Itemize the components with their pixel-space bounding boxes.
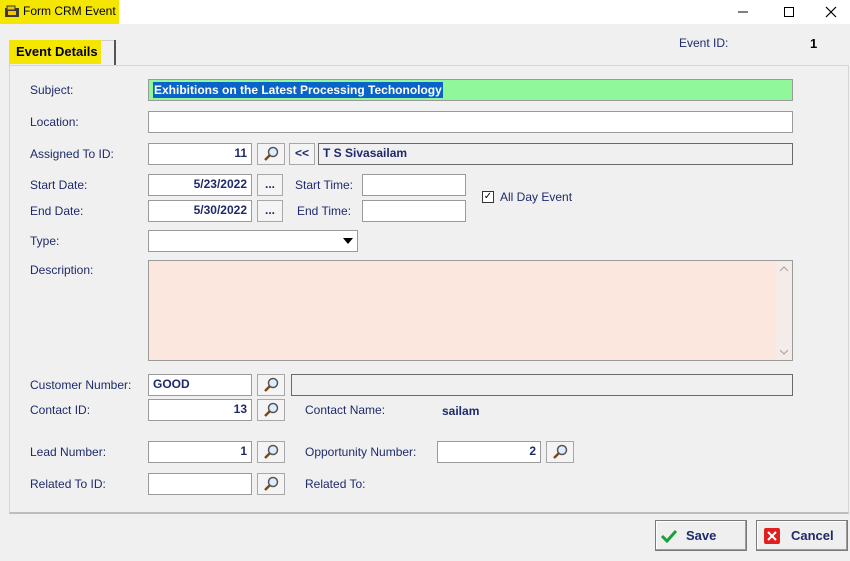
related-to-id-label: Related To ID: <box>30 477 106 491</box>
lead-number-field[interactable]: 1 <box>148 441 252 463</box>
scroll-down-icon[interactable] <box>780 350 788 355</box>
location-field[interactable] <box>148 111 793 133</box>
subject-field[interactable]: Exhibitions on the Latest Processing Tec… <box>148 79 793 101</box>
type-label: Type: <box>30 234 60 248</box>
contact-name-label: Contact Name: <box>305 403 386 417</box>
minimize-button[interactable] <box>720 0 766 24</box>
description-field[interactable] <box>148 260 793 361</box>
event-id-label: Event ID: <box>679 36 729 50</box>
close-button[interactable] <box>812 0 850 24</box>
chevron-down-icon <box>343 238 353 244</box>
magnifier-icon <box>553 444 568 459</box>
contact-lookup-button[interactable] <box>257 399 285 421</box>
end-time-label: End Time: <box>297 204 352 218</box>
description-label: Description: <box>30 263 94 277</box>
assigned-name-field: T S Sivasailam <box>318 143 793 165</box>
checkmark-icon: ✓ <box>483 191 493 202</box>
contact-id-field[interactable]: 13 <box>148 399 252 421</box>
magnifier-icon <box>264 402 279 417</box>
related-to-id-field[interactable] <box>148 473 252 495</box>
magnifier-icon <box>264 146 279 161</box>
app-icon <box>5 5 19 17</box>
customer-lookup-button[interactable] <box>257 374 285 396</box>
all-day-label: All Day Event <box>500 190 573 204</box>
tab-label: Event Details <box>16 44 98 59</box>
customer-number-label: Customer Number: <box>30 378 132 392</box>
start-date-label: Start Date: <box>30 178 88 192</box>
customer-name-field <box>291 374 793 396</box>
start-time-field[interactable] <box>362 174 466 196</box>
end-date-field[interactable]: 5/30/2022 <box>148 200 252 222</box>
event-id-value: 1 <box>810 36 818 51</box>
save-button[interactable]: Save <box>655 520 747 551</box>
cancel-button[interactable]: Cancel <box>756 520 848 551</box>
maximize-icon <box>784 7 794 17</box>
end-date-label: End Date: <box>30 204 84 218</box>
start-date-picker-button[interactable]: ... <box>257 174 283 196</box>
lead-number-label: Lead Number: <box>30 445 107 459</box>
magnifier-icon <box>264 476 279 491</box>
scroll-up-icon[interactable] <box>780 266 788 271</box>
magnifier-icon <box>264 377 279 392</box>
checkmark-icon <box>661 529 677 543</box>
save-button-label: Save <box>686 528 717 543</box>
minimize-icon <box>738 11 748 13</box>
type-dropdown[interactable] <box>148 230 358 252</box>
subject-label: Subject: <box>30 83 74 97</box>
cancel-icon <box>764 527 780 544</box>
opportunity-number-field[interactable]: 2 <box>437 441 541 463</box>
start-time-label: Start Time: <box>295 178 354 192</box>
lead-lookup-button[interactable] <box>257 441 285 463</box>
end-date-picker-button[interactable]: ... <box>257 200 283 222</box>
location-label: Location: <box>30 115 79 129</box>
assigned-lookup-button[interactable] <box>257 143 285 165</box>
close-icon <box>825 6 837 18</box>
assigned-back-button[interactable]: << <box>289 143 315 165</box>
description-scrollbar[interactable] <box>776 261 792 360</box>
assigned-to-label: Assigned To ID: <box>30 147 114 161</box>
related-lookup-button[interactable] <box>257 473 285 495</box>
related-to-label: Related To: <box>305 477 366 491</box>
contact-name-value: sailam <box>442 404 480 418</box>
magnifier-icon <box>264 444 279 459</box>
opportunity-number-label: Opportunity Number: <box>305 445 417 459</box>
contact-id-label: Contact ID: <box>30 403 91 417</box>
opportunity-lookup-button[interactable] <box>546 441 574 463</box>
customer-number-field[interactable]: GOOD <box>148 374 252 396</box>
tab-divider <box>114 40 116 66</box>
subject-value: Exhibitions on the Latest Processing Tec… <box>153 82 443 98</box>
window-title: Form CRM Event <box>23 4 116 18</box>
end-time-field[interactable] <box>362 200 466 222</box>
cancel-button-label: Cancel <box>791 528 834 543</box>
all-day-checkbox[interactable]: ✓ <box>482 191 494 203</box>
assigned-to-id-field[interactable]: 11 <box>148 143 252 165</box>
start-date-field[interactable]: 5/23/2022 <box>148 174 252 196</box>
maximize-button[interactable] <box>766 0 812 24</box>
